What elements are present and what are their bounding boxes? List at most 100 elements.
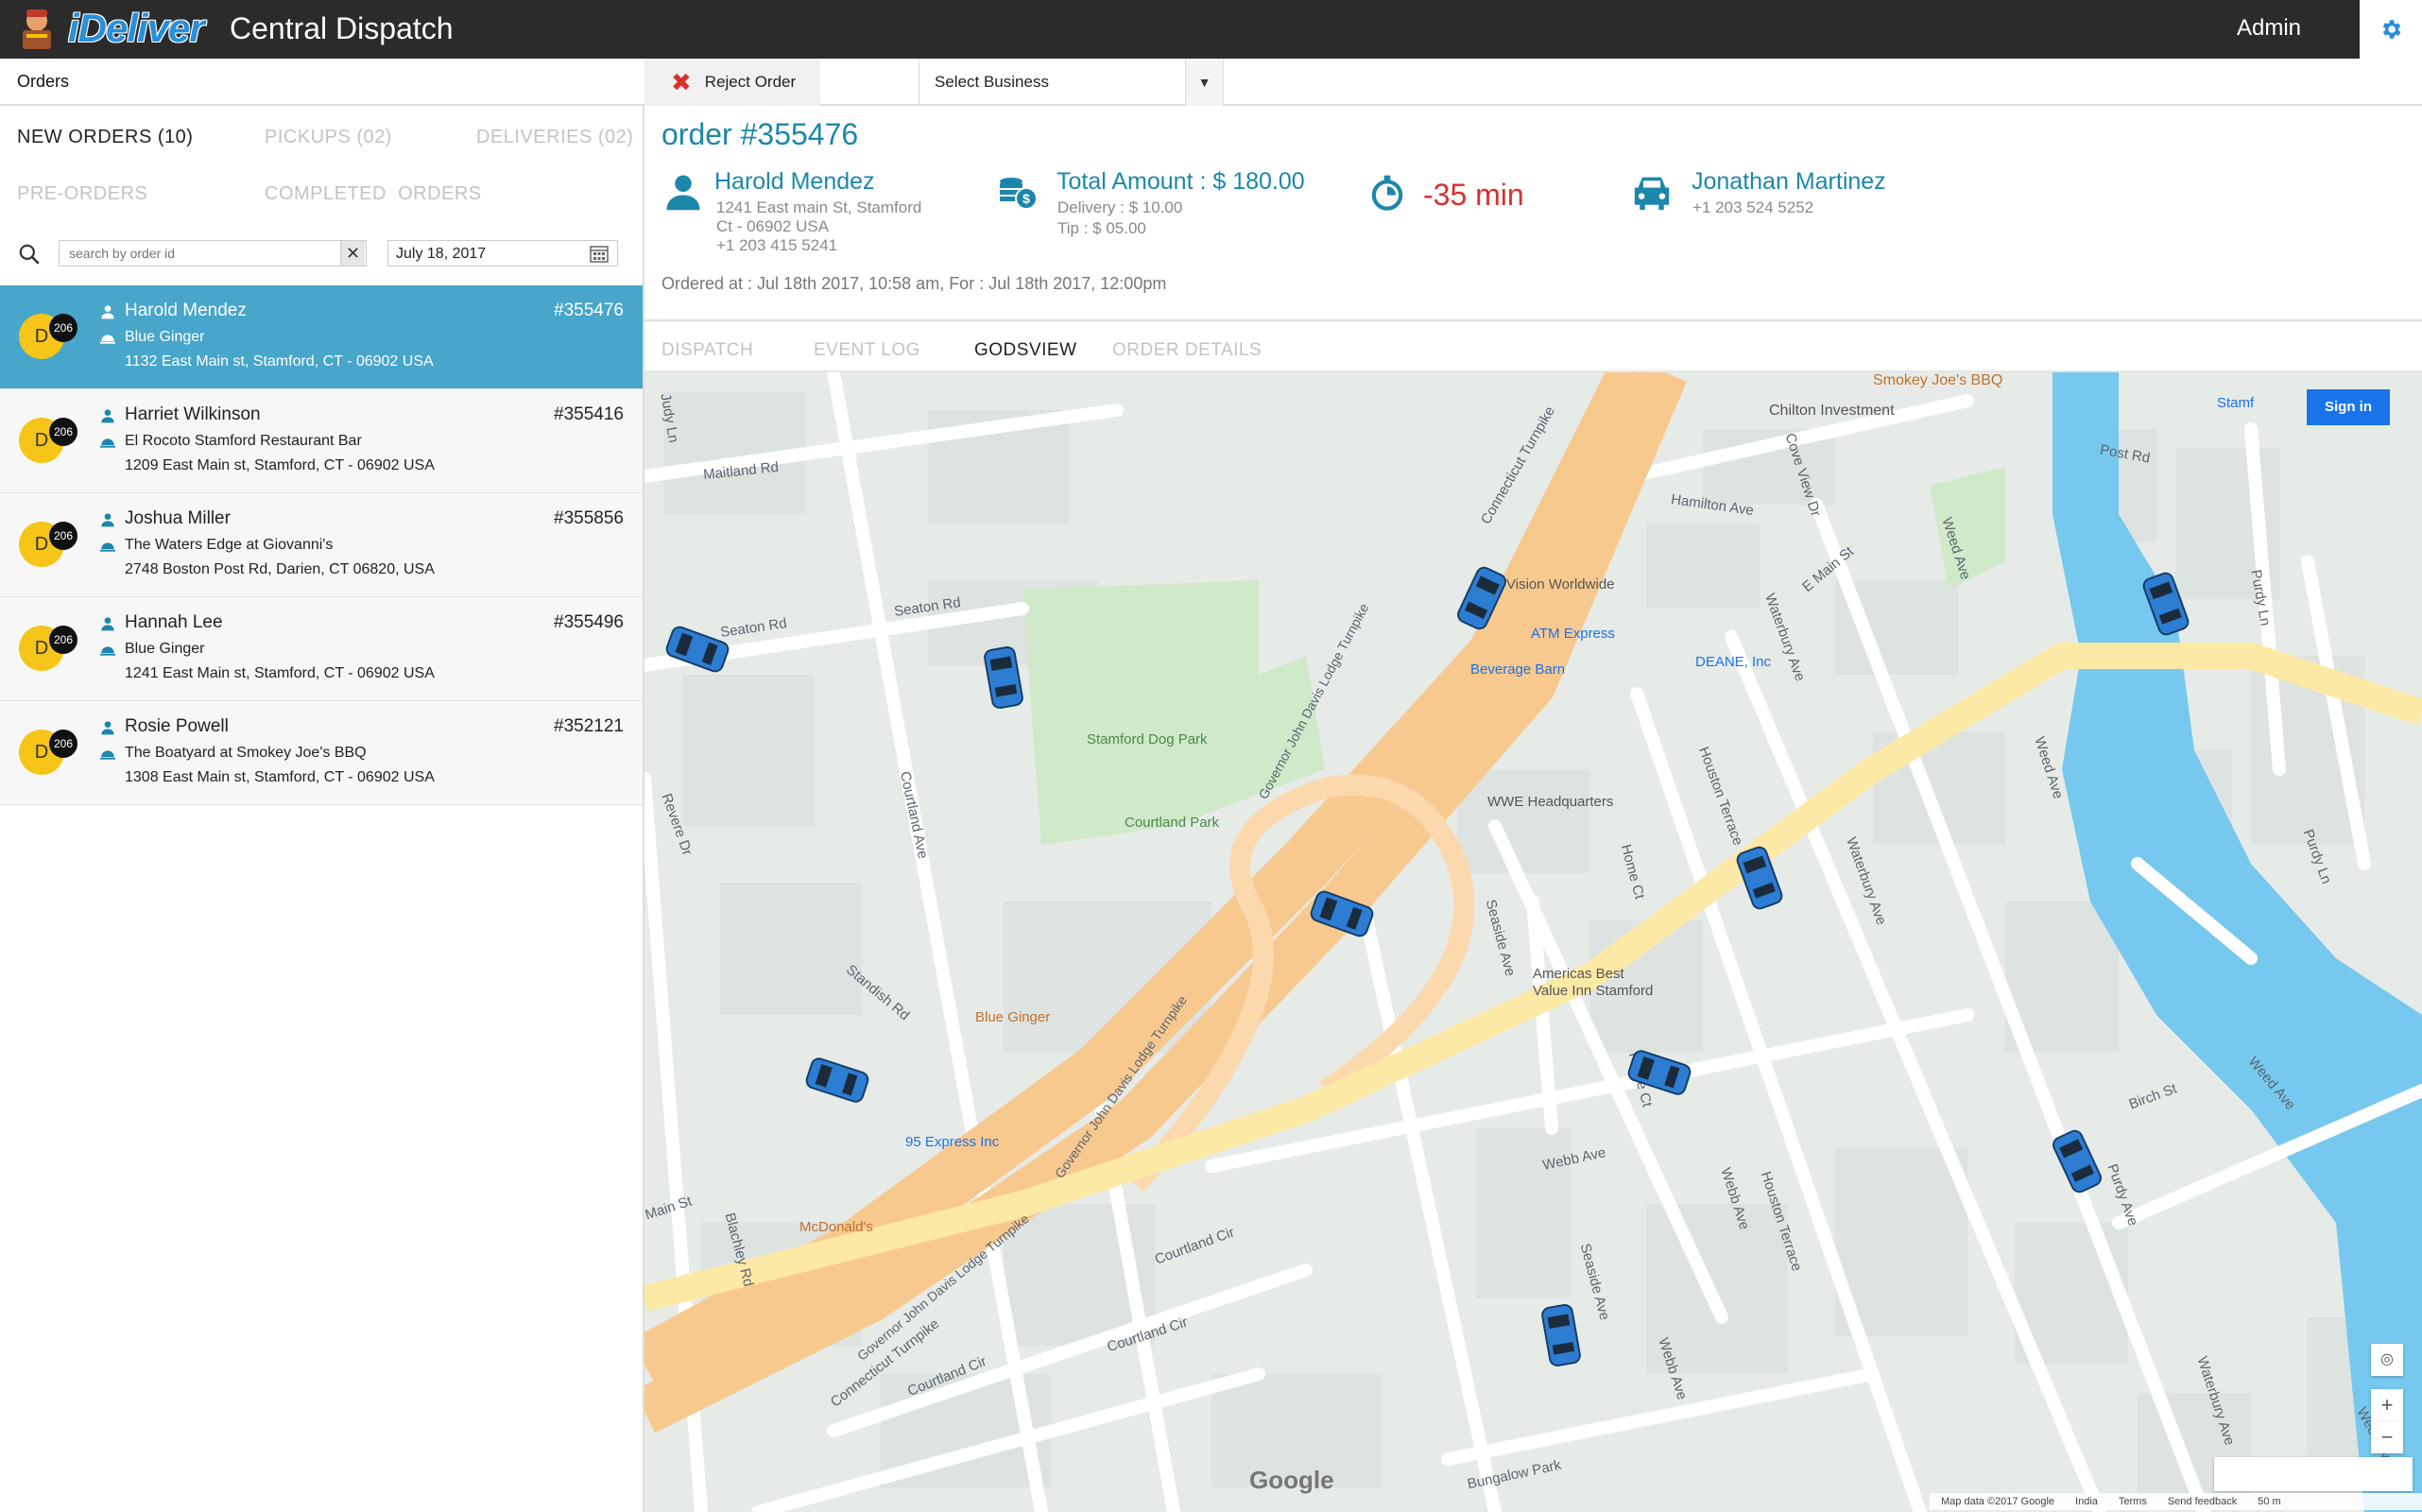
- order-detail-header: order #355476 Harold Mendez 1241 East ma…: [644, 106, 2422, 321]
- order-list-item[interactable]: D 206 Harriet Wilkinson El Rocoto Stamford …: [0, 389, 643, 493]
- person-icon: [101, 721, 114, 735]
- map-feedback-link[interactable]: Send feedback: [2168, 1496, 2237, 1507]
- driver-badge: 206: [49, 730, 77, 758]
- customer-name: Harold Mendez: [714, 168, 875, 195]
- tab-pickups[interactable]: PICKUPS (02): [265, 127, 392, 148]
- google-logo: Google: [1249, 1466, 1334, 1494]
- restaurant-icon: [100, 335, 115, 344]
- customer-phone: +1 203 415 5241: [716, 236, 838, 254]
- person-icon: [101, 409, 114, 423]
- driver-car-icon[interactable]: [660, 620, 734, 679]
- driver-phone: +1 203 524 5252: [1692, 198, 1814, 216]
- person-icon: [101, 305, 114, 319]
- driver-car-icon[interactable]: [1451, 560, 1513, 636]
- orders-panel: NEW ORDERS (10) PICKUPS (02) DELIVERIES …: [0, 106, 644, 1512]
- delivery-address: 2748 Boston Post Rd, Darien, CT 06820, U…: [125, 561, 435, 577]
- tab-dispatch[interactable]: DISPATCH: [661, 340, 753, 361]
- customer-icon: [666, 175, 700, 211]
- tab-godsview[interactable]: GODSVIEW: [974, 340, 1077, 361]
- map-region[interactable]: India: [2075, 1496, 2098, 1507]
- ordered-at-text: Ordered at : Jul 18th 2017, 10:58 am, Fo…: [661, 274, 1167, 293]
- business-name: El Rocoto Stamford Restaurant Bar: [125, 433, 362, 449]
- svg-text:$: $: [1022, 191, 1030, 206]
- driver-car-icon[interactable]: [2137, 566, 2195, 641]
- orders-heading: Orders: [17, 72, 70, 91]
- driver-car-icon[interactable]: [800, 1052, 875, 1108]
- driver-car-icon[interactable]: [1623, 1044, 1697, 1101]
- clear-search-button[interactable]: ✕: [340, 241, 365, 266]
- driver-car-icon[interactable]: [2046, 1124, 2108, 1199]
- restaurant-icon: [100, 438, 115, 448]
- business-name: The Boatyard at Smokey Joe's BBQ: [125, 745, 367, 761]
- business-select[interactable]: Select Business ▼: [919, 59, 1224, 106]
- eta-minutes: -35 min: [1423, 178, 1524, 212]
- order-number: #355856: [554, 508, 624, 528]
- business-select-value: Select Business: [935, 73, 1049, 91]
- delivery-mascot-icon: [23, 9, 51, 49]
- tab-event-log[interactable]: EVENT LOG: [814, 340, 920, 361]
- tab-new-orders[interactable]: NEW ORDERS (10): [17, 127, 193, 148]
- map-footer: Map data ©2017 Google India Terms Send f…: [1930, 1493, 2422, 1510]
- driver-car-icon[interactable]: [1537, 1299, 1586, 1371]
- map-terms-link[interactable]: Terms: [2119, 1496, 2147, 1507]
- customer-name: Hannah Lee: [125, 612, 223, 632]
- action-bar: Orders ✖ Reject Order Select Business ▼: [0, 59, 2422, 106]
- order-list-item[interactable]: D 206 Hannah Lee Blue Ginger 1241 East Main …: [0, 597, 643, 701]
- calendar-icon[interactable]: [590, 244, 609, 263]
- order-list-item[interactable]: D 206 Joshua Miller The Waters Edge at Giov…: [0, 493, 643, 597]
- settings-button[interactable]: [2360, 0, 2422, 59]
- date-picker-field[interactable]: July 18, 2017: [387, 240, 618, 266]
- tip-amount: Tip : $ 05.00: [1057, 219, 1146, 237]
- car-icon: [1634, 177, 1670, 211]
- restaurant-icon: [100, 542, 115, 552]
- total-amount: Total Amount : $ 180.00: [1056, 168, 1305, 195]
- map-layers-control[interactable]: [2214, 1457, 2413, 1491]
- zoom-in-button[interactable]: +: [2371, 1389, 2403, 1421]
- driver-car-icon[interactable]: [979, 642, 1028, 713]
- delivery-address: 1132 East Main st, Stamford, CT - 06902 …: [125, 353, 434, 369]
- restaurant-icon: [100, 646, 115, 656]
- customer-name: Harold Mendez: [125, 301, 247, 320]
- driver-badge: 206: [49, 626, 77, 654]
- reject-order-button[interactable]: ✖ Reject Order: [644, 59, 820, 106]
- zoom-out-button[interactable]: −: [2371, 1421, 2403, 1453]
- driver-badge: 206: [49, 522, 77, 550]
- person-icon: [101, 513, 114, 527]
- order-title: order #355476: [661, 117, 859, 151]
- app-title: Central Dispatch: [230, 11, 454, 45]
- godsview-map[interactable]: Smokey Joe's BBQ Chilton Investment Mait…: [644, 372, 2422, 1512]
- order-list-item[interactable]: D 206 Harold Mendez Blue Ginger 1132 East Ma…: [0, 285, 643, 389]
- map-scale[interactable]: 50 m: [2258, 1496, 2280, 1507]
- driver-car-icon[interactable]: [1730, 840, 1789, 915]
- stopwatch-icon: [1371, 175, 1403, 211]
- person-icon: [101, 617, 114, 631]
- customer-address-line1: 1241 East main St, Stamford: [716, 198, 922, 216]
- driver-name: Jonathan Martinez: [1692, 168, 1886, 195]
- sign-in-button[interactable]: Sign in: [2307, 389, 2390, 425]
- chevron-down-icon[interactable]: ▼: [1185, 59, 1223, 106]
- customer-name: Joshua Miller: [125, 508, 231, 528]
- order-number: #352121: [554, 716, 624, 736]
- order-number: #355496: [554, 612, 624, 632]
- driver-badge: 206: [49, 314, 77, 342]
- delivery-address: 1209 East Main st, Stamford, CT - 06902 …: [125, 457, 435, 473]
- brand-logo: iDeliver: [68, 6, 205, 50]
- tab-completed-orders[interactable]: COMPLETED ORDERS: [265, 183, 482, 205]
- driver-markers: [644, 372, 2422, 1512]
- order-number: #355476: [554, 301, 624, 320]
- business-name: Blue Ginger: [125, 329, 205, 345]
- money-icon: $: [1000, 178, 1038, 210]
- tab-order-details[interactable]: ORDER DETAILS: [1112, 340, 1262, 361]
- my-location-button[interactable]: ◎: [2371, 1344, 2403, 1376]
- reject-order-label: Reject Order: [704, 73, 797, 91]
- tab-deliveries[interactable]: DELIVERIES (02): [476, 127, 633, 148]
- driver-badge: 206: [49, 418, 77, 446]
- tab-pre-orders[interactable]: PRE-ORDERS: [17, 183, 147, 205]
- order-search-input[interactable]: [59, 240, 367, 266]
- user-menu[interactable]: Admin: [2237, 15, 2301, 42]
- delivery-address: 1308 East Main st, Stamford, CT - 06902 …: [125, 769, 435, 785]
- business-name: Blue Ginger: [125, 641, 205, 657]
- order-list-item[interactable]: D 206 Rosie Powell The Boatyard at Smokey J…: [0, 701, 643, 805]
- driver-car-icon[interactable]: [1304, 885, 1379, 943]
- delivery-address: 1241 East Main st, Stamford, CT - 06902 …: [125, 665, 435, 681]
